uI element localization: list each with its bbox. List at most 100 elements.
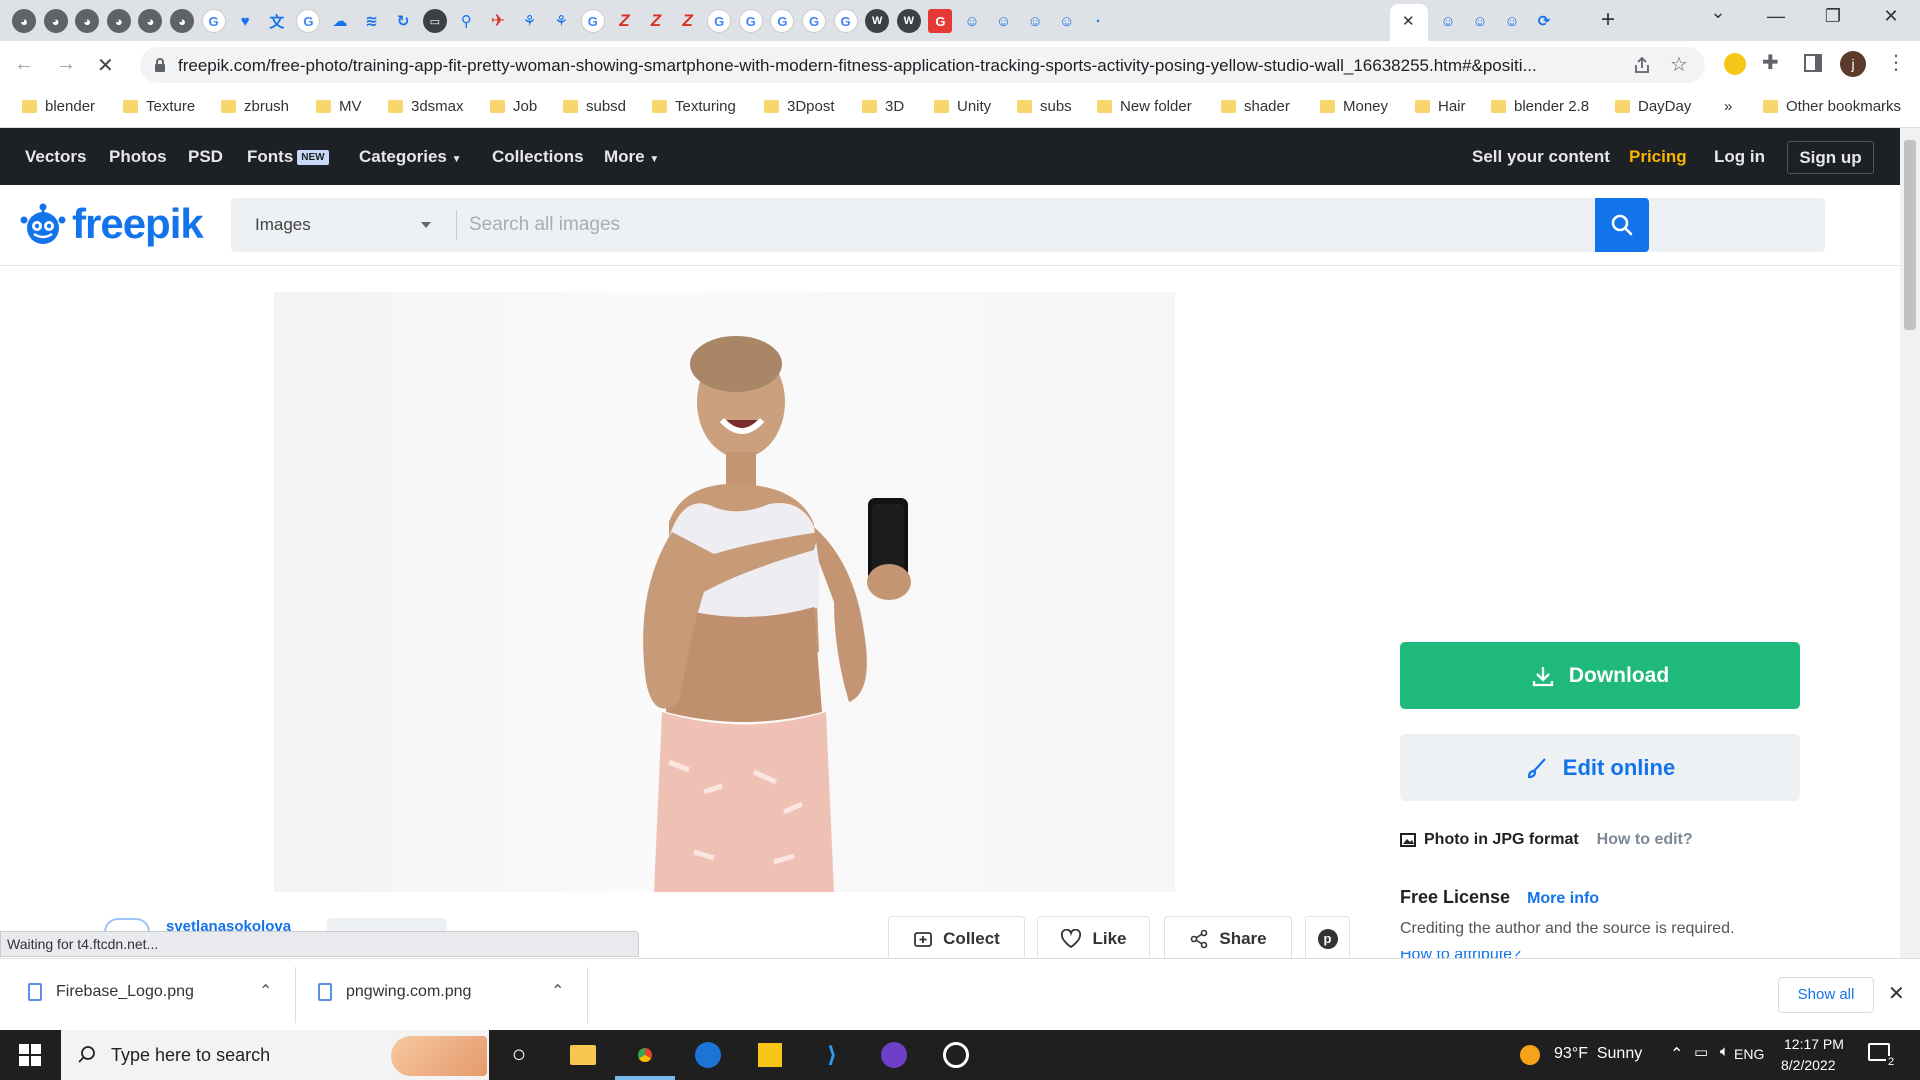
forward-arrow-icon[interactable]: →: [56, 53, 76, 76]
side-panel-icon[interactable]: [1804, 54, 1822, 72]
bookmark-item[interactable]: 3Dpost: [764, 98, 835, 115]
volume-icon[interactable]: 🔈︎: [1720, 1043, 1729, 1060]
heart-tab-icon[interactable]: ♥: [233, 9, 257, 33]
search-button[interactable]: [1595, 198, 1649, 252]
freepik-tab-icon[interactable]: ☺: [1468, 9, 1492, 33]
nav-collections[interactable]: Collections: [492, 147, 584, 167]
close-downloads-icon[interactable]: ✕: [1888, 981, 1905, 1006]
google-tab-icon[interactable]: G: [201, 9, 226, 33]
close-window-button[interactable]: ✕: [1871, 6, 1911, 27]
google-tab-icon[interactable]: G: [738, 9, 763, 33]
like-button[interactable]: Like: [1037, 916, 1150, 961]
tab-search-dropdown-icon[interactable]: ⌄: [1698, 2, 1738, 23]
rocket-tab-icon[interactable]: ✈: [486, 9, 510, 33]
share-icon[interactable]: [1633, 56, 1651, 74]
windows-start-icon[interactable]: [19, 1044, 41, 1066]
bookmark-item[interactable]: subsd: [563, 98, 626, 115]
stop-loading-icon[interactable]: ✕: [97, 53, 114, 78]
follow-button-partial[interactable]: [327, 918, 447, 932]
clock-time[interactable]: 12:17 PM: [1784, 1036, 1844, 1052]
bookmark-item[interactable]: subs: [1017, 98, 1072, 115]
bookmark-item[interactable]: Texture: [123, 98, 195, 115]
z-tab-icon[interactable]: Z: [612, 9, 636, 33]
bookmark-item[interactable]: Unity: [934, 98, 991, 115]
taskbar-search[interactable]: Type here to search: [61, 1030, 489, 1080]
wiki-tab-icon[interactable]: W: [865, 9, 890, 33]
bookmark-item[interactable]: blender: [22, 98, 95, 115]
bookmark-item[interactable]: DayDay: [1615, 98, 1691, 115]
author-name-link[interactable]: svetlanasokolova: [166, 918, 291, 932]
file-explorer-icon[interactable]: [568, 1040, 598, 1070]
lock-icon[interactable]: [153, 57, 167, 73]
nav-fonts[interactable]: Fonts NEW: [247, 147, 329, 167]
search-input[interactable]: [469, 210, 1749, 240]
profile-avatar[interactable]: j: [1840, 51, 1866, 77]
nav-psd[interactable]: PSD: [188, 147, 223, 167]
preview-image[interactable]: [274, 292, 1175, 892]
chrome-icon[interactable]: [630, 1040, 660, 1070]
google-tab-icon[interactable]: G: [802, 9, 826, 33]
tab-close-icon[interactable]: ✕: [1402, 12, 1415, 30]
pinterest-button[interactable]: p: [1305, 916, 1350, 961]
bookmark-item[interactable]: Hair: [1415, 98, 1466, 115]
restore-button[interactable]: ❐: [1813, 6, 1853, 27]
freepik-tab-icon[interactable]: ☺: [1436, 9, 1460, 33]
chevron-up-icon[interactable]: ⌃: [259, 981, 272, 1001]
google-tab-icon[interactable]: G: [580, 9, 605, 33]
freepik-tab-icon[interactable]: ☺: [1055, 9, 1079, 33]
download-item-2[interactable]: pngwing.com.png: [318, 983, 471, 1001]
scrollbar-thumb[interactable]: [1904, 140, 1916, 330]
back-arrow-icon[interactable]: ←: [14, 53, 34, 76]
firefox-icon[interactable]: [693, 1040, 723, 1070]
minimize-button[interactable]: —: [1756, 6, 1796, 27]
freepik-logo[interactable]: freepik: [18, 200, 204, 248]
chevron-up-icon[interactable]: ⌃: [551, 981, 564, 1001]
task-view-icon[interactable]: ○: [504, 1040, 534, 1070]
bookmark-item[interactable]: shader: [1221, 98, 1290, 115]
how-to-edit-link[interactable]: How to edit?: [1597, 831, 1693, 849]
wiki-tab-icon[interactable]: W: [896, 9, 921, 33]
globe-tab-icon[interactable]: ◕: [75, 9, 100, 33]
nav-login[interactable]: Log in: [1714, 147, 1765, 167]
freepik-tab-icon[interactable]: ☺: [992, 9, 1016, 33]
z-tab-icon[interactable]: Z: [676, 9, 700, 33]
bookmark-item[interactable]: Job: [490, 98, 537, 115]
globe-tab-icon[interactable]: ◕: [43, 9, 68, 33]
bookmark-item[interactable]: 3dsmax: [388, 98, 464, 115]
active-tab[interactable]: ✕: [1390, 4, 1428, 41]
bookmark-item[interactable]: Texturing: [652, 98, 736, 115]
monitor-tab-icon[interactable]: ▭: [422, 9, 447, 33]
google-tab-icon[interactable]: G: [833, 9, 858, 33]
freepik-tab-icon[interactable]: ☺: [1500, 9, 1524, 33]
freepik-tab-icon[interactable]: ☺: [1023, 9, 1047, 33]
language-indicator[interactable]: ENG: [1734, 1046, 1764, 1062]
tree-tab-icon[interactable]: ⚘: [549, 9, 573, 33]
refresh-tab-icon[interactable]: ↻: [391, 9, 415, 33]
new-tab-button[interactable]: +: [1601, 6, 1615, 34]
nav-more[interactable]: More ▼: [604, 147, 659, 167]
bookmark-star-icon[interactable]: ☆: [1670, 52, 1688, 77]
other-bookmarks[interactable]: Other bookmarks: [1763, 98, 1901, 115]
nav-vectors[interactable]: Vectors: [25, 147, 86, 167]
github-desktop-icon[interactable]: [879, 1040, 909, 1070]
edit-online-button[interactable]: Edit online: [1400, 734, 1800, 801]
nav-categories[interactable]: Categories ▼: [359, 147, 462, 167]
google-tab-icon[interactable]: G: [707, 9, 732, 33]
bookmark-item[interactable]: New folder: [1097, 98, 1192, 115]
sync-tab-icon[interactable]: ⟳: [1532, 9, 1556, 33]
extensions-puzzle-icon[interactable]: ✚: [1762, 50, 1779, 75]
url-text[interactable]: freepik.com/free-photo/training-app-fit-…: [178, 56, 1658, 76]
tree-tab-icon[interactable]: ⚘: [518, 9, 542, 33]
bookmarks-more-icon[interactable]: »: [1724, 98, 1732, 115]
google-tab-icon[interactable]: G: [296, 9, 321, 33]
attribute-link-partial[interactable]: How to attribute?: [1400, 951, 1521, 958]
show-all-button[interactable]: Show all: [1778, 977, 1874, 1013]
author-avatar[interactable]: [104, 918, 150, 932]
download-button[interactable]: Download: [1400, 642, 1800, 709]
globe-tab-icon[interactable]: ◕: [170, 9, 194, 33]
clock-date[interactable]: 8/2/2022: [1781, 1057, 1836, 1073]
chevron-up-icon[interactable]: ⌃: [1670, 1044, 1683, 1064]
vscode-icon[interactable]: ⟩: [817, 1040, 847, 1070]
globe-tab-icon[interactable]: ◕: [12, 9, 36, 33]
cloud-tab-icon[interactable]: ☁: [328, 9, 352, 33]
